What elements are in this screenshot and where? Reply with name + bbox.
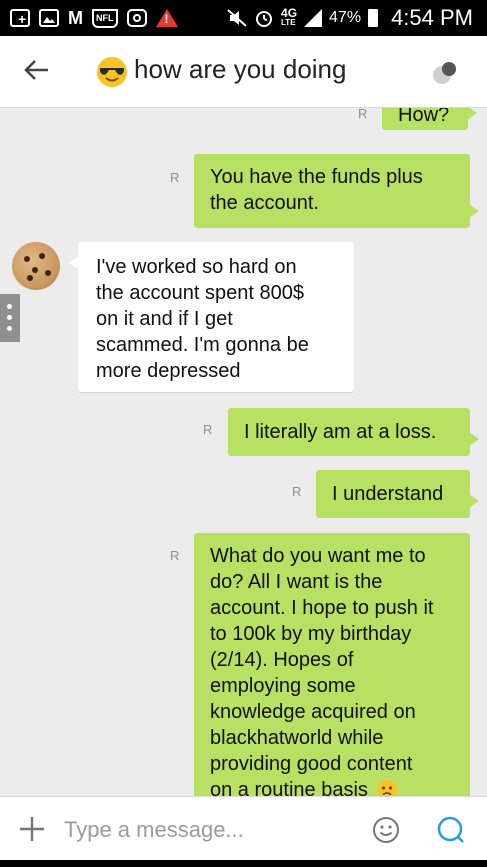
message-line: (2/14). Hopes of: [210, 649, 354, 671]
image-notification-icon: [39, 9, 59, 27]
message-line: employing some: [210, 675, 356, 697]
message-text: I understand: [332, 483, 444, 505]
gmail-icon: M: [68, 8, 83, 28]
plus-notification-icon: +: [10, 9, 30, 27]
outgoing-message[interactable]: I literally am at a loss.: [228, 408, 479, 456]
outgoing-message[interactable]: What do you want me to do? All I want is…: [194, 533, 470, 796]
message-line: the account spent 800$: [96, 282, 304, 304]
chat-title: how are you doing: [134, 54, 347, 84]
warning-icon: !: [155, 9, 178, 27]
message-line: on it and if I get: [96, 308, 233, 330]
signal-icon: [304, 9, 323, 27]
message-line: knowledge acquired on: [210, 701, 416, 723]
read-receipt: R: [203, 422, 213, 437]
message-line: What do you want me to: [210, 545, 426, 567]
message-text: How?: [398, 108, 450, 126]
message-line-with-emoji: on a routine basis: [210, 777, 454, 796]
system-status: 4G LTE 47% 4:54 PM: [227, 5, 473, 31]
emoji-picker-icon[interactable]: [372, 816, 400, 844]
read-receipt: R: [358, 108, 368, 121]
confused-emoji-icon: [376, 780, 397, 796]
outgoing-message[interactable]: I understand: [316, 470, 479, 518]
overflow-menu-icon[interactable]: [430, 58, 460, 88]
incoming-message[interactable]: I've worked so hard on the account spent…: [69, 242, 354, 392]
alarm-icon: [256, 11, 273, 27]
read-receipt: R: [170, 548, 180, 563]
navigation-strip: [0, 860, 487, 867]
battery-percent: 47%: [329, 9, 362, 26]
contact-avatar[interactable]: [12, 242, 60, 290]
status-bar: + M NFL ! 4G LTE 47% 4:54 PM: [0, 0, 487, 36]
add-attachment-icon[interactable]: [18, 815, 46, 843]
side-drawer-handle[interactable]: [0, 294, 20, 342]
message-line: scammed. I'm gonna be: [96, 334, 309, 356]
message-list[interactable]: R How? R You have the funds plus the acc…: [0, 108, 487, 796]
message-line: I've worked so hard on: [96, 256, 297, 278]
composer: [0, 796, 487, 860]
message-line: blackhatworld while: [210, 727, 384, 749]
sunglasses-emoji-icon: [97, 57, 127, 87]
network-type: 4G LTE: [281, 6, 298, 27]
message-line: account. I hope to push it: [210, 597, 434, 619]
back-arrow-icon[interactable]: [22, 55, 52, 85]
message-input[interactable]: [62, 811, 356, 849]
battery-icon: [368, 9, 379, 27]
chat-header: how are you doing: [0, 36, 487, 108]
instagram-icon: [126, 9, 147, 27]
mute-icon: [227, 9, 247, 27]
message-text: You have the funds plus the account.: [210, 166, 423, 214]
notification-icons: + M NFL !: [10, 8, 178, 28]
outgoing-message[interactable]: You have the funds plus the account.: [194, 154, 479, 228]
send-icon[interactable]: [436, 815, 466, 845]
message-line: to 100k by my birthday: [210, 623, 412, 645]
read-receipt: R: [170, 170, 180, 185]
message-text: I literally am at a loss.: [244, 421, 437, 443]
message-line: do? All I want is the: [210, 571, 383, 593]
clock: 4:54 PM: [391, 5, 473, 30]
nfl-icon: NFL: [92, 8, 118, 28]
outgoing-message[interactable]: How?: [382, 108, 477, 130]
read-receipt: R: [292, 484, 302, 499]
message-line: more depressed: [96, 360, 241, 382]
message-line: providing good content: [210, 753, 413, 775]
